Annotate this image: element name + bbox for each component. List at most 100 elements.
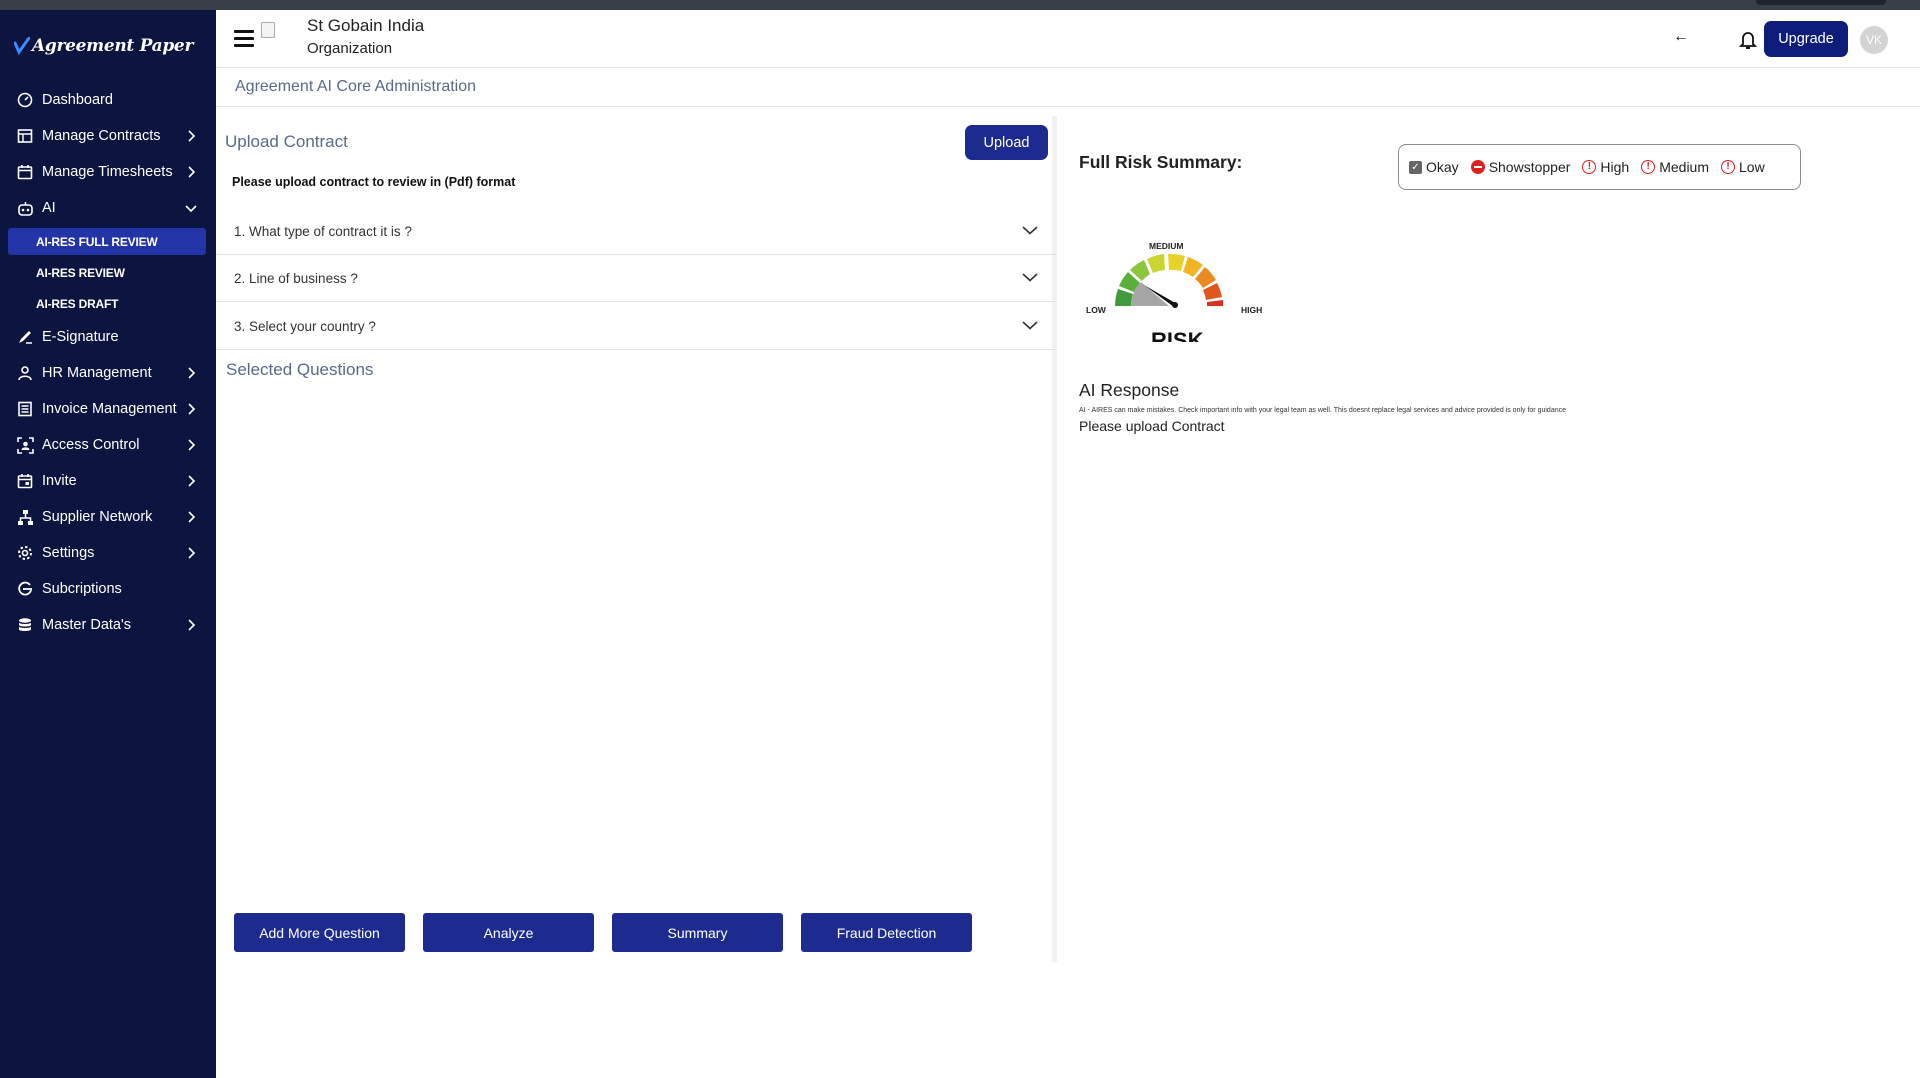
dashboard-icon (16, 91, 34, 109)
chevron-right-icon (188, 439, 196, 451)
legend-label: Okay (1426, 159, 1459, 175)
question-accordion-line-of-business[interactable]: 2. Line of business ? (216, 255, 1056, 302)
sidebar-subitem-ai-res-full-review[interactable]: AI-RES FULL REVIEW (8, 228, 206, 255)
summary-button[interactable]: Summary (612, 913, 783, 952)
robot-icon (16, 199, 34, 217)
analyze-button[interactable]: Analyze (423, 913, 594, 952)
legend-okay: ✓ Okay (1409, 159, 1459, 175)
legend-showstopper: Showstopper (1470, 159, 1571, 175)
browser-top-strip (0, 0, 1920, 10)
ai-response-message: Please upload Contract (1079, 418, 1225, 434)
sidebar-item-master-datas[interactable]: Master Data's (0, 607, 216, 643)
top-header: St Gobain India Organization ← Upgrade V… (216, 10, 1920, 68)
sidebar-item-label: Access Control (42, 437, 140, 453)
question-label: 1. What type of contract it is ? (234, 224, 412, 239)
sidebar-nav: Dashboard Manage Contracts Manage Timesh… (0, 82, 216, 643)
sidebar-item-label: Subcriptions (42, 581, 122, 597)
sidebar-subitem-ai-res-review[interactable]: AI-RES REVIEW (0, 257, 216, 288)
sidebar-subitem-ai-res-draft[interactable]: AI-RES DRAFT (0, 288, 216, 319)
legend-label: Showstopper (1488, 159, 1571, 175)
add-more-question-button[interactable]: Add More Question (234, 913, 405, 952)
legend-low: ! Low (1721, 159, 1765, 175)
sidebar-item-hr-management[interactable]: HR Management (0, 355, 216, 391)
upload-button[interactable]: Upload (965, 125, 1048, 160)
chevron-right-icon (188, 166, 196, 178)
risk-gauge: MEDIUM LOW HIGH RISK (1086, 241, 1262, 342)
sidebar-item-subcriptions[interactable]: Subcriptions (0, 571, 216, 607)
legend-label: Medium (1659, 159, 1709, 175)
gear-icon (16, 544, 34, 562)
chevron-down-icon (185, 205, 197, 213)
ai-response-title: AI Response (1079, 380, 1180, 400)
sidebar-item-manage-timesheets[interactable]: Manage Timesheets (0, 154, 216, 190)
alert-icon: ! (1641, 160, 1656, 174)
sidebar-item-label: HR Management (42, 365, 152, 381)
risk-legend: ✓ Okay Showstopper ! High ! Medium ! Low (1398, 144, 1801, 190)
question-accordion-country[interactable]: 3. Select your country ? (216, 303, 1056, 350)
chevron-right-icon (188, 547, 196, 559)
network-icon (16, 508, 34, 526)
ai-disclaimer: AI - AIRES can make mistakes. Check impo… (1079, 407, 1566, 414)
page-title: Agreement AI Core Administration (235, 78, 477, 95)
brand-logo[interactable]: Agreement Paper (14, 26, 193, 66)
sidebar: Agreement Paper Dashboard Manage Contrac… (0, 10, 216, 1078)
calendar-icon (16, 163, 34, 181)
gauge-label-medium: MEDIUM (1149, 241, 1183, 251)
invoice-icon (16, 400, 34, 418)
sidebar-item-access-control[interactable]: Access Control (0, 427, 216, 463)
chevron-down-icon (1022, 226, 1038, 235)
contracts-icon (16, 127, 34, 145)
menu-icon[interactable] (234, 30, 254, 48)
gauge-segments (1115, 253, 1224, 306)
alert-icon: ! (1721, 160, 1735, 174)
sidebar-item-label: Invoice Management (42, 401, 177, 417)
upload-panel: Upload Contract Upload Please upload con… (216, 116, 1057, 962)
sidebar-item-label: Dashboard (42, 92, 113, 108)
sidebar-item-manage-contracts[interactable]: Manage Contracts (0, 118, 216, 154)
stop-icon (1470, 160, 1485, 174)
selected-questions-title: Selected Questions (226, 360, 374, 379)
person-icon (16, 364, 34, 382)
org-name: St Gobain India (307, 16, 425, 35)
chevron-right-icon (188, 130, 196, 142)
chevron-right-icon (188, 403, 196, 415)
chevron-right-icon (188, 619, 196, 631)
avatar[interactable]: VK (1860, 26, 1888, 54)
sidebar-item-supplier-network[interactable]: Supplier Network (0, 499, 216, 535)
org-logo-image (261, 22, 275, 38)
logo-check-icon (14, 37, 30, 55)
sidebar-item-ai[interactable]: AI (0, 190, 216, 226)
checkbox-icon: ✓ (1409, 160, 1422, 174)
legend-medium: ! Medium (1641, 159, 1709, 175)
browser-tab (1756, 0, 1886, 5)
sidebar-item-settings[interactable]: Settings (0, 535, 216, 571)
upgrade-button[interactable]: Upgrade (1764, 21, 1848, 57)
sidebar-item-e-signature[interactable]: E-Signature (0, 319, 216, 355)
question-accordion-contract-type[interactable]: 1. What type of contract it is ? (216, 208, 1056, 255)
page-header: Agreement AI Core Administration (216, 69, 1920, 107)
fraud-detection-button[interactable]: Fraud Detection (801, 913, 972, 952)
alert-icon: ! (1582, 160, 1597, 174)
risk-summary-title: Full Risk Summary: (1079, 152, 1243, 172)
risk-panel: Full Risk Summary: ✓ Okay Showstopper ! Hi… (1062, 116, 1920, 962)
legend-label: Low (1739, 159, 1765, 175)
question-label: 2. Line of business ? (234, 271, 358, 286)
back-arrow-icon[interactable]: ← (1673, 28, 1689, 46)
sidebar-item-dashboard[interactable]: Dashboard (0, 82, 216, 118)
gauge-label-low: LOW (1086, 305, 1107, 315)
signature-icon (16, 328, 34, 346)
upload-instruction: Please upload contract to review in (Pdf… (232, 175, 516, 189)
sidebar-item-label: E-Signature (42, 329, 119, 345)
gauge-caption: RISK (1151, 328, 1204, 342)
bell-icon[interactable] (1739, 30, 1757, 50)
invite-icon (16, 472, 34, 490)
sidebar-item-label: AI (42, 200, 56, 216)
sidebar-item-invoice-management[interactable]: Invoice Management (0, 391, 216, 427)
sidebar-item-label: Manage Contracts (42, 128, 161, 144)
sidebar-item-invite[interactable]: Invite (0, 463, 216, 499)
database-icon (16, 616, 34, 634)
chevron-right-icon (188, 367, 196, 379)
sidebar-item-label: Settings (42, 545, 95, 561)
legend-high: ! High (1582, 159, 1629, 175)
subscription-icon (16, 580, 34, 598)
